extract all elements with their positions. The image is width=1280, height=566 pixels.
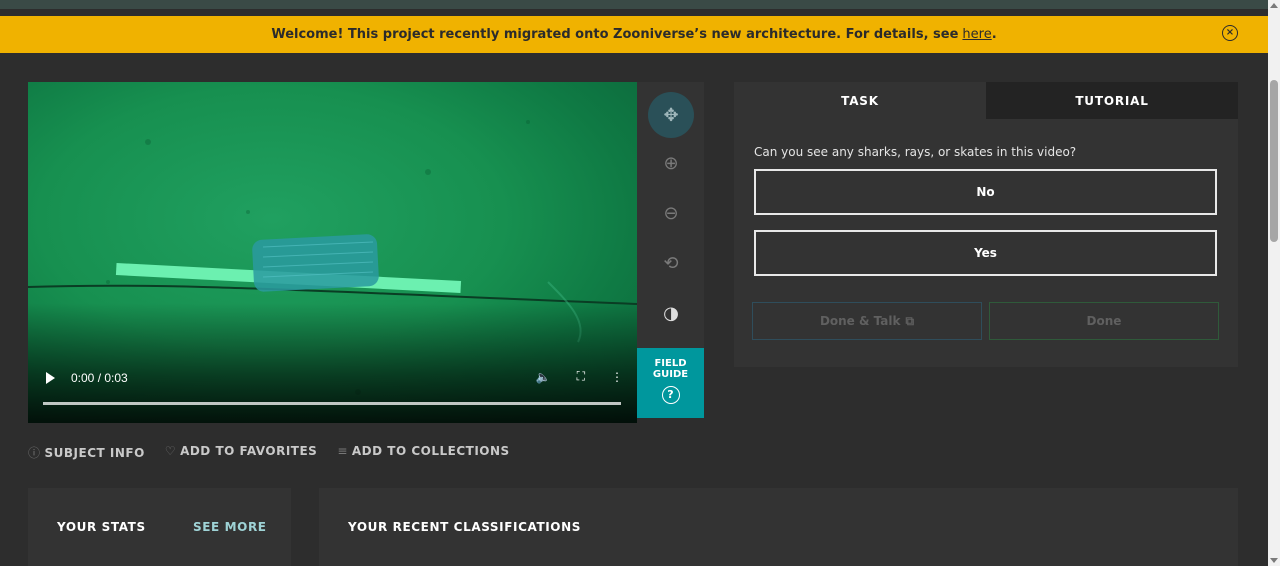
video-controls: 0:00 / 0:03 🔈 ⛶ ⋮ xyxy=(28,363,637,393)
fullscreen-icon[interactable]: ⛶ xyxy=(577,369,585,384)
migration-banner: Welcome! This project recently migrated … xyxy=(0,16,1268,53)
image-toolbar: ✥ ⊕ ⊖ ⟲ ◑ xyxy=(637,82,704,348)
answer-yes-button[interactable]: Yes xyxy=(754,230,1217,276)
collections-label: ADD TO COLLECTIONS xyxy=(351,444,510,458)
stats-title: YOUR STATS xyxy=(57,520,146,534)
field-guide-label: FIELD GUIDE xyxy=(652,358,689,380)
play-icon[interactable] xyxy=(46,372,55,384)
subject-video[interactable]: 0:00 / 0:03 🔈 ⛶ ⋮ xyxy=(28,82,637,423)
zoom-in-icon[interactable]: ⊕ xyxy=(648,140,694,186)
answer-no-button[interactable]: No xyxy=(754,169,1217,215)
recent-classifications-card: YOUR RECENT CLASSIFICATIONS xyxy=(319,488,1238,566)
scroll-down-icon[interactable] xyxy=(1270,558,1278,563)
help-icon: ? xyxy=(661,386,680,404)
zoom-out-icon[interactable]: ⊖ xyxy=(648,190,694,236)
task-tabs: TASK TUTORIAL xyxy=(734,82,1238,119)
task-panel: TASK TUTORIAL Can you see any sharks, ra… xyxy=(734,82,1238,367)
banner-text: Welcome! This project recently migrated … xyxy=(271,27,959,42)
tab-tutorial[interactable]: TUTORIAL xyxy=(986,82,1238,119)
rotate-icon[interactable]: ⟲ xyxy=(648,240,694,286)
done-and-talk-label: Done & Talk xyxy=(819,314,901,328)
video-progress[interactable] xyxy=(43,402,621,405)
list-icon: ≡ xyxy=(337,444,348,458)
top-strip xyxy=(0,0,1280,9)
subject-info-link[interactable]: ⓘ SUBJECT INFO xyxy=(28,444,145,461)
subject-links: ⓘ SUBJECT INFO ♡ ADD TO FAVORITES ≡ ADD TO … xyxy=(28,444,510,461)
scroll-thumb[interactable] xyxy=(1270,80,1278,242)
banner-suffix: . xyxy=(991,27,997,42)
favorites-label: ADD TO FAVORITES xyxy=(180,444,318,458)
done-button[interactable]: Done xyxy=(989,302,1219,340)
heart-icon: ♡ xyxy=(164,444,177,458)
task-question: Can you see any sharks, rays, or skates … xyxy=(754,145,1077,159)
tab-task[interactable]: TASK xyxy=(734,82,986,119)
banner-link[interactable]: here xyxy=(962,27,991,42)
video-time: 0:00 / 0:03 xyxy=(71,371,128,385)
stats-card: YOUR STATS SEE MORE xyxy=(28,488,291,566)
recent-title: YOUR RECENT CLASSIFICATIONS xyxy=(348,520,581,534)
field-guide-button[interactable]: FIELD GUIDE ? xyxy=(637,348,704,418)
volume-icon[interactable]: 🔈 xyxy=(536,370,551,384)
info-icon: ⓘ xyxy=(28,446,41,460)
external-link-icon: ⧉ xyxy=(905,313,915,328)
done-and-talk-button[interactable]: Done & Talk ⧉ xyxy=(752,302,982,340)
page-scrollbar[interactable] xyxy=(1268,0,1280,566)
scroll-up-icon[interactable] xyxy=(1270,3,1278,8)
move-icon[interactable]: ✥ xyxy=(648,92,694,138)
close-icon[interactable]: × xyxy=(1222,25,1238,41)
more-vertical-icon[interactable]: ⋮ xyxy=(611,370,623,384)
invert-icon[interactable]: ◑ xyxy=(648,290,694,336)
add-to-favorites-link[interactable]: ♡ ADD TO FAVORITES xyxy=(165,444,318,461)
see-more-link[interactable]: SEE MORE xyxy=(193,520,267,534)
subject-info-label: SUBJECT INFO xyxy=(44,446,145,460)
add-to-collections-link[interactable]: ≡ ADD TO COLLECTIONS xyxy=(337,444,509,461)
